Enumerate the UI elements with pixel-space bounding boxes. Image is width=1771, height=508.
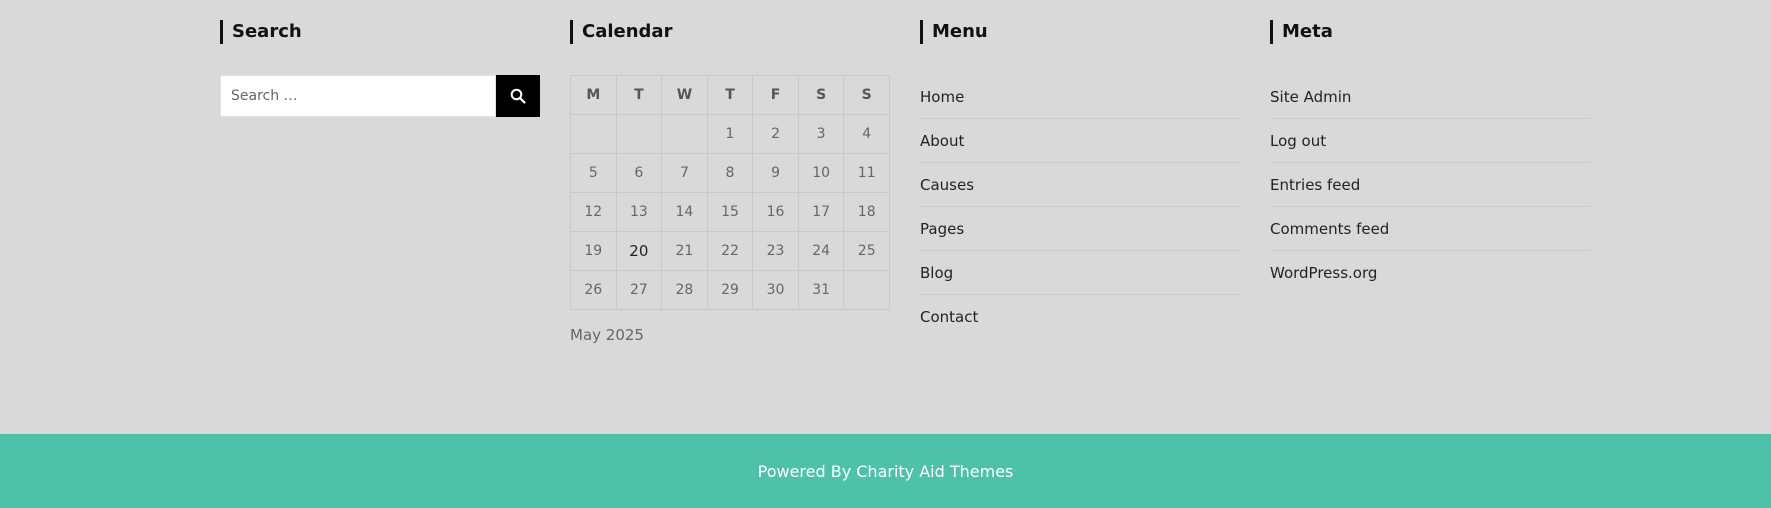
meta-item: Comments feed [1270,207,1590,251]
calendar-weekday: S [843,75,890,115]
calendar-day: 30 [752,270,799,310]
calendar-day: 3 [797,114,845,154]
calendar-day: 12 [570,192,617,232]
calendar-day: 28 [661,270,708,310]
calendar-day: 27 [615,270,663,310]
meta-list: Site Admin Log out Entries feed Comments fe… [1270,75,1590,295]
calendar-day: 20 [615,231,663,271]
calendar-day: 15 [706,192,754,232]
calendar-day: 26 [570,270,617,310]
menu-item: Contact [920,295,1240,339]
calendar-week-row: 1234 [570,114,890,154]
calendar-day: 1 [706,114,754,154]
meta-item: Log out [1270,119,1590,163]
site-footer: Powered By Charity Aid Themes [0,434,1771,508]
menu-link-home[interactable]: Home [920,88,964,106]
calendar-week-row: 12 13 14 15 16 17 18 [570,192,890,232]
menu-item: Pages [920,207,1240,251]
menu-link-pages[interactable]: Pages [920,220,964,238]
calendar-day: 7 [661,153,708,193]
meta-link-entries-feed[interactable]: Entries feed [1270,176,1360,194]
search-widget-title: Search [220,20,540,44]
menu-link-about[interactable]: About [920,132,964,150]
calendar-empty-day [661,114,708,154]
calendar-day: 8 [706,153,754,193]
footer-credit[interactable]: Powered By Charity Aid Themes [758,462,1014,481]
meta-widget: Meta Site Admin Log out Entries feed Commen… [1270,20,1590,282]
calendar-week-row: 19 20 21 22 23 24 25 [570,231,890,271]
calendar-day: 31 [797,270,845,310]
calendar-day: 10 [797,153,845,193]
search-icon [510,88,526,104]
calendar-empty-day [570,114,617,154]
meta-item: WordPress.org [1270,251,1590,295]
calendar-day: 9 [752,153,799,193]
calendar-day: 29 [706,270,754,310]
search-widget: Search [220,20,540,117]
calendar-widget-title: Calendar [570,20,890,44]
meta-widget-title: Meta [1270,20,1590,44]
calendar-week-row: 5 6 7 8 9 10 11 [570,153,890,193]
calendar-day: 16 [752,192,799,232]
calendar-day: 25 [843,231,890,271]
calendar-day: 17 [797,192,845,232]
calendar-day: 5 [570,153,617,193]
menu-list: Home About Causes Pages Blog Contact [920,75,1240,339]
calendar-day: 23 [752,231,799,271]
menu-link-causes[interactable]: Causes [920,176,974,194]
calendar-weekday: W [661,75,708,115]
calendar-weekday: T [706,75,754,115]
menu-widget-title: Menu [920,20,1240,44]
menu-link-contact[interactable]: Contact [920,308,978,326]
calendar-day: 13 [615,192,663,232]
calendar-weekday-row: MTWTFSS [570,75,890,115]
calendar-month-caption: May 2025 [570,326,644,344]
search-form [220,75,540,117]
calendar-weekday: M [570,75,617,115]
calendar-day: 14 [661,192,708,232]
search-button[interactable] [496,75,540,117]
calendar-day: 6 [615,153,663,193]
menu-item: Home [920,75,1240,119]
meta-item: Site Admin [1270,75,1590,119]
menu-item: Causes [920,163,1240,207]
search-input[interactable] [220,75,496,117]
calendar-table: MTWTFSS 1 2 3 4 5 6 7 8 9 10 11 12 13 14 15 16 17 18 19 20 2… [570,75,890,310]
calendar-day: 22 [706,231,754,271]
calendar-empty-day [843,270,890,310]
meta-link-log-out[interactable]: Log out [1270,132,1326,150]
calendar-day: 11 [843,153,890,193]
calendar-weekday: T [615,75,663,115]
calendar-day: 19 [570,231,617,271]
calendar-day: 24 [797,231,845,271]
calendar-weekday: S [797,75,845,115]
meta-link-site-admin[interactable]: Site Admin [1270,88,1351,106]
meta-link-comments-feed[interactable]: Comments feed [1270,220,1389,238]
menu-item: Blog [920,251,1240,295]
footer-widgets: Search Calendar MTWTFSS 1234567891011121… [0,0,1771,434]
calendar-day: 4 [843,114,890,154]
calendar-day: 21 [661,231,708,271]
calendar-widget: Calendar MTWTFSS 1 2 3 4 5 6 7 8 9 10 11 12 13 14 15 16… [570,20,890,344]
calendar-empty-day [615,114,663,154]
menu-item: About [920,119,1240,163]
meta-item: Entries feed [1270,163,1590,207]
calendar-days: 1 2 3 4 5 6 7 8 9 10 11 12 13 14 15 16 17 18 19 20 21 22 23 24 2… [570,114,890,310]
calendar-day: 2 [752,114,799,154]
calendar-day: 18 [843,192,890,232]
meta-link-wordpress-org[interactable]: WordPress.org [1270,264,1377,282]
menu-widget: Menu Home About Causes Pages Blog Contact [920,20,1240,326]
calendar-weekday: F [752,75,799,115]
calendar-week-row: 26 27 28 29 30 31 [570,270,890,310]
menu-link-blog[interactable]: Blog [920,264,953,282]
